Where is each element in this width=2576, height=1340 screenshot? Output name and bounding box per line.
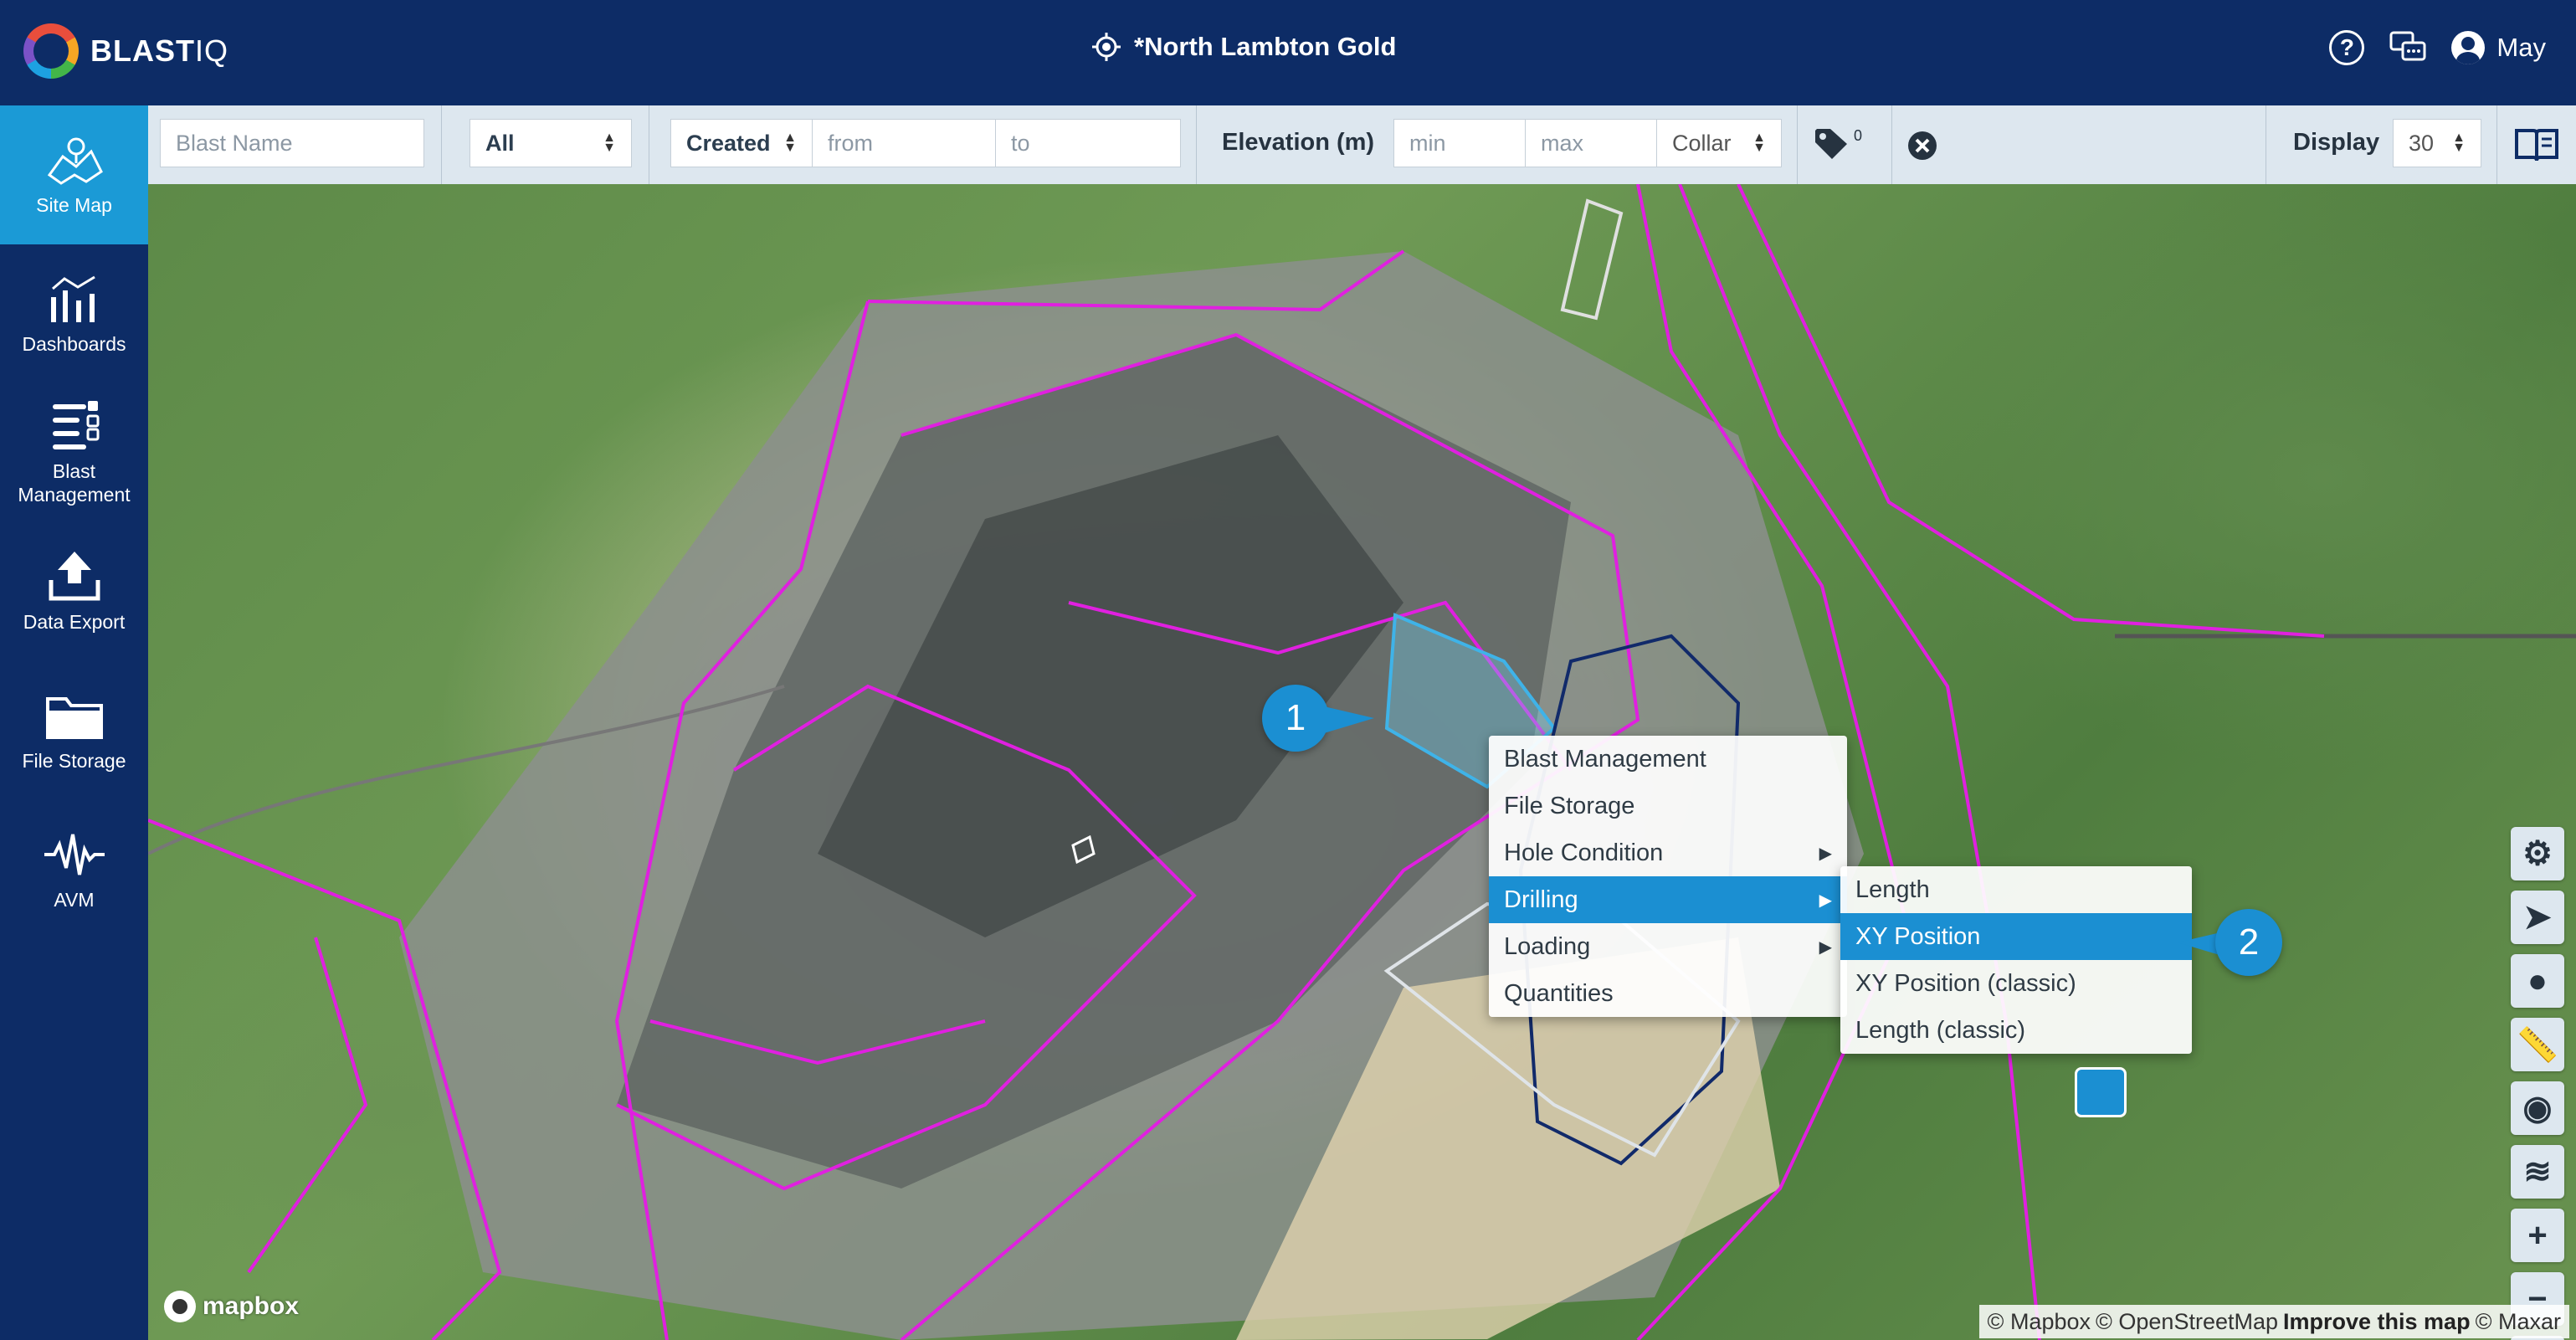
sidebar-item-file-storage[interactable]: File Storage	[0, 661, 148, 800]
sidebar-item-label: File Storage	[22, 750, 126, 772]
sidebar-item-data-export[interactable]: Data Export	[0, 522, 148, 661]
menu-item-loading[interactable]: Loading ▶	[1489, 923, 1847, 970]
callout-1: 1	[1262, 685, 1329, 752]
submenu-item-length[interactable]: Length	[1840, 866, 2192, 913]
ruler-icon[interactable]: 📏	[2511, 1018, 2564, 1071]
waveform-icon	[44, 834, 105, 875]
sidebar-item-dashboards[interactable]: Dashboards	[0, 244, 148, 383]
target-icon	[1092, 33, 1121, 61]
sort-arrows-icon: ▲ ▼	[783, 131, 797, 155]
map-attribution: © Mapbox © OpenStreetMap Improve this ma…	[1978, 1305, 2569, 1338]
sidebar-item-site-map[interactable]: Site Map	[0, 105, 148, 244]
list-icon	[52, 401, 99, 449]
zoom-in-icon[interactable]: +	[2511, 1209, 2564, 1262]
folder-icon	[45, 697, 103, 739]
display-label: Display	[2293, 129, 2380, 156]
elevation-max-input[interactable]: max	[1525, 119, 1657, 167]
sidebar-item-avm[interactable]: AVM	[0, 800, 148, 939]
upload-icon	[49, 552, 100, 601]
menu-item-file-storage[interactable]: File Storage	[1489, 783, 1847, 829]
menu-item-drilling[interactable]: Drilling ▶	[1489, 876, 1847, 923]
sidebar: Site Map Dashboards Blast Management Dat…	[0, 105, 148, 1340]
submenu-item-xy-position-classic[interactable]: XY Position (classic)	[1840, 960, 2192, 1007]
blastiq-logo[interactable]: BLASTIQ	[23, 23, 228, 79]
sidebar-item-label: Dashboards	[22, 333, 126, 355]
user-name: May	[2496, 33, 2546, 62]
sidebar-item-blast-management[interactable]: Blast Management	[0, 383, 148, 522]
chart-icon	[50, 275, 95, 322]
menu-item-blast-management[interactable]: Blast Management	[1489, 736, 1847, 783]
user-avatar-icon	[2451, 31, 2486, 64]
top-bar: BLASTIQ *North Lambton Gold ? May	[0, 0, 2576, 105]
osm-credit[interactable]: © OpenStreetMap	[2096, 1309, 2278, 1335]
submenu-arrow-icon: ▶	[1819, 937, 1832, 957]
to-date-input[interactable]: to	[995, 119, 1181, 167]
navigate-icon[interactable]: ➤	[2511, 891, 2564, 944]
map-marker-icon[interactable]	[2075, 1067, 2127, 1117]
submenu-arrow-icon: ▶	[1819, 844, 1832, 863]
clear-filters-icon[interactable]	[1907, 131, 1937, 161]
sort-arrows-icon: ▲ ▼	[1752, 131, 1766, 155]
menu-item-quantities[interactable]: Quantities	[1489, 970, 1847, 1017]
menu-item-hole-condition[interactable]: Hole Condition ▶	[1489, 829, 1847, 876]
submenu-arrow-icon: ▶	[1819, 891, 1832, 910]
site-title: *North Lambton Gold	[1134, 32, 1397, 61]
tag-filter[interactable]: 0	[1814, 127, 1862, 161]
mapbox-credit[interactable]: © Mapbox	[1988, 1309, 2091, 1335]
site-map[interactable]: 1 Blast Management File Storage Hole Con…	[148, 184, 2576, 1340]
tag-icon	[1815, 129, 1847, 159]
callout-2: 2	[2215, 909, 2282, 976]
location-pin-icon[interactable]: ●	[2511, 954, 2564, 1008]
sidebar-item-label: Data Export	[23, 611, 126, 633]
map-icon	[47, 137, 103, 185]
eye-icon[interactable]: ◉	[2511, 1081, 2564, 1135]
map-controls: ⚙ ➤ ● 📏 ◉ ≋ + − ▲	[2511, 827, 2564, 1340]
logo-text: BLASTIQ	[90, 33, 229, 68]
tag-count: 0	[1854, 127, 1863, 144]
site-selector[interactable]: *North Lambton Gold	[1092, 32, 1396, 62]
callout-1-pointer	[1324, 706, 1374, 733]
logo-ring-icon	[23, 23, 79, 79]
context-menu: Blast Management File Storage Hole Condi…	[1489, 736, 1847, 1017]
submenu-item-length-classic[interactable]: Length (classic)	[1840, 1007, 2192, 1054]
help-icon[interactable]: ?	[2329, 30, 2365, 65]
user-menu[interactable]: May	[2451, 31, 2546, 64]
mapbox-logo-icon	[164, 1291, 196, 1322]
settings-gear-icon[interactable]: ⚙	[2511, 827, 2564, 880]
date-field-select[interactable]: Created ▲ ▼	[670, 119, 813, 167]
filter-bar: Blast Name All ▲ ▼ Created ▲ ▼ from to Eleva…	[148, 105, 2576, 185]
sidebar-item-label: Site Map	[36, 194, 112, 216]
improve-map-link[interactable]: Improve this map	[2283, 1309, 2471, 1335]
elevation-min-input[interactable]: min	[1393, 119, 1526, 167]
book-icon[interactable]	[2515, 127, 2558, 162]
feedback-icon[interactable]	[2389, 31, 2426, 64]
type-select[interactable]: All ▲ ▼	[470, 119, 632, 167]
drilling-submenu: Length XY Position XY Position (classic)…	[1840, 866, 2192, 1054]
blast-name-input[interactable]: Blast Name	[160, 119, 424, 167]
layers-icon[interactable]: ≋	[2511, 1145, 2564, 1199]
from-date-input[interactable]: from	[812, 119, 996, 167]
maxar-credit[interactable]: © Maxar	[2476, 1309, 2561, 1335]
sidebar-item-label: Blast Management	[18, 460, 131, 506]
submenu-item-xy-position[interactable]: XY Position	[1840, 913, 2192, 960]
elevation-ref-select[interactable]: Collar ▲ ▼	[1656, 119, 1782, 167]
elevation-label: Elevation (m)	[1222, 129, 1375, 156]
map-overlay	[148, 184, 2576, 1340]
sidebar-item-label: AVM	[54, 889, 95, 911]
sort-arrows-icon: ▲ ▼	[603, 131, 616, 155]
mapbox-logo: mapbox	[164, 1291, 299, 1322]
display-count-select[interactable]: 30 ▲ ▼	[2393, 119, 2481, 167]
sort-arrows-icon: ▲ ▼	[2452, 131, 2466, 155]
